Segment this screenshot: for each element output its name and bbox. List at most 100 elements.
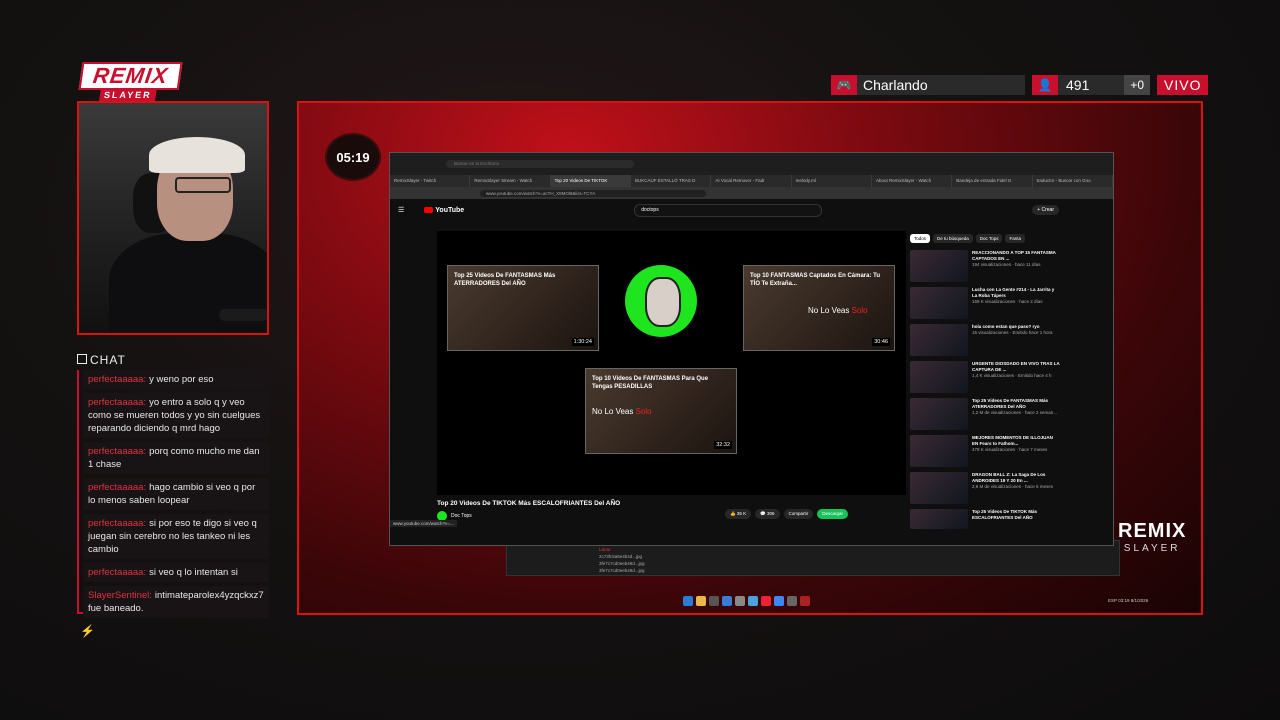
browser-tab[interactable]: RemixSlayer Stream - Watch [470,175,551,187]
related-video[interactable]: Top 25 Videos De TIKTOK Más ESCALOFRIANT… [910,509,1060,529]
related-video[interactable]: REACCIONANDO A TOP 15 FANTASMA CAPTADOS … [910,250,1060,282]
create-button[interactable]: + Crear [1032,205,1059,215]
overlay-text: No Lo Veas [808,306,850,315]
related-video[interactable]: URGENTE DIOSDADO EN VIVO TRAS LA CAPTURA… [910,361,1060,393]
related-title[interactable]: URGENTE DIOSDADO EN VIVO TRAS LA CAPTURA… [972,361,1060,373]
youtube-header: ☰ YouTube doctops + Crear [390,200,1111,220]
chrome-icon[interactable] [774,596,784,606]
browser-tab[interactable]: BUKCAUF ESTALLÓ TRAS D [631,175,712,187]
thumbnail-overlay-text: No Lo Veas Solo [592,407,652,416]
obs-icon[interactable] [800,596,810,606]
related-title[interactable]: Lucha con La Gente #214 - La Jarrita y L… [972,287,1060,299]
chat-text: si veo q lo intentan si [149,567,238,578]
related-video[interactable]: Lucha con La Gente #214 - La Jarrita y L… [910,287,1060,319]
related-thumbnail[interactable] [910,472,968,504]
video-thumbnail[interactable]: Top 25 Videos De FANTASMAS Más ATERRADOR… [447,265,599,351]
browser-window: Buscar en la Escritorio RemixSlayer - Tw… [389,152,1114,546]
related-thumbnail[interactable] [910,250,968,282]
remix-slayer-logo: REMIX SLAYER [77,62,183,101]
related-title[interactable]: Top 25 Videos De FANTASMAS Más ATERRADOR… [972,398,1060,410]
channel-name[interactable]: Doc Tops [451,513,472,519]
related-video[interactable]: DRAGON BALL Z: La Saga De Los ANDROIDES … [910,472,1060,504]
related-thumbnail[interactable] [910,287,968,319]
browser-tab[interactable]: melody.ml [792,175,872,187]
related-title[interactable]: Top 25 Videos De TIKTOK Más ESCALOFRIANT… [972,509,1060,521]
live-badge: VIVO [1157,75,1209,95]
chat-user: perfectaaaaa: [88,518,147,529]
youtube-logo[interactable]: YouTube [424,206,464,214]
window-titlebar: Buscar en la Escritorio [390,153,1113,175]
chat-title-text: CHAT [90,353,126,367]
gamepad-icon: 🎮 [831,75,857,95]
chat-title: CHAT [77,353,126,367]
related-video[interactable]: Top 25 Videos De FANTASMAS Más ATERRADOR… [910,398,1060,430]
chat-text: y weno por eso [149,374,214,385]
folder-icon[interactable] [696,596,706,606]
related-thumbnail[interactable] [910,509,968,529]
chip-fanta[interactable]: Fanta [1005,234,1025,243]
browser-tab[interactable]: AI Vocal Remover - Fadr [711,175,792,187]
chat-user: perfectaaaaa: [88,567,147,578]
overlay-logo-main: REMIX [1118,520,1187,542]
download-button[interactable]: Descargar [817,509,849,519]
chat-user: SlayerSentinel: [88,590,152,601]
streamer-cap [149,137,245,173]
related-video[interactable]: hola como estan que paso? ryo 15 visualiz… [910,324,1060,356]
taskbar-search[interactable]: Buscar en la Escritorio [446,160,634,168]
related-thumbnail[interactable] [910,361,968,393]
comments-button[interactable]: 💬 306 [755,509,780,519]
chat-user: perfectaaaaa: [88,482,147,493]
user-icon: 👤 [1032,75,1058,95]
browser-tab[interactable]: RemixSlayer - Twitch [390,175,471,187]
video-title: Top 20 Videos De TIKTOK Más ESCALOFRIANT… [437,500,621,507]
related-meta: 194 visualizaciones · hace 11 días [972,262,1041,267]
chat-message: perfectaaaaa: y weno por eso [83,370,269,389]
related-title[interactable]: REACCIONANDO A TOP 15 FANTASMA CAPTADOS … [972,250,1060,262]
steam-icon[interactable] [722,596,732,606]
viewer-count: 👤 491 +0 [1032,75,1150,95]
channel-face [645,277,681,327]
app-icon[interactable] [709,596,719,606]
related-title[interactable]: MEJORES MOMENTOS DE ILLOJUAN EN Fears to… [972,435,1060,447]
microphone [219,309,267,321]
app-icon[interactable] [735,596,745,606]
chip-search[interactable]: De tu búsqueda [933,234,973,243]
related-title[interactable]: DRAGON BALL Z: La Saga De Los ANDROIDES … [972,472,1060,484]
url-field[interactable]: www.youtube.com/watch?v=acTH_X8MOl8&list… [480,189,706,197]
chat-user: perfectaaaaa: [88,374,147,385]
video-thumbnail[interactable]: Top 10 Videos De FANTASMAS Para Que Teng… [585,368,737,454]
chip-doc-tops[interactable]: Doc Tops [975,234,1003,243]
browser-tab[interactable]: Bandeja de entrada Fidel G [952,175,1033,187]
related-thumbnail[interactable] [910,398,968,430]
address-bar: www.youtube.com/watch?v=acTH_X8MOl8&list… [390,187,1113,199]
browser-tab-active[interactable]: Top 20 Videos De TIKTOK [550,175,631,187]
like-button[interactable]: 👍 35 K [725,509,752,519]
related-thumbnail[interactable] [910,324,968,356]
video-thumbnail[interactable]: Top 10 FANTASMAS Captados En Cámara: Tu … [743,265,895,351]
file-row[interactable]: 2c73fc5a6e4b4d...jpg [599,554,642,559]
chip-all[interactable]: Todos [910,234,931,243]
menu-icon[interactable]: ☰ [398,206,404,214]
browser-tab[interactable]: About RemixSlayer - Watch [872,175,953,187]
video-player[interactable]: Top 25 Videos De FANTASMAS Más ATERRADOR… [437,231,906,495]
chat-message: perfectaaaaa: porq como mucho me dan 1 ch… [83,442,269,474]
viewer-number: 491 [1066,77,1090,93]
glasses [175,177,231,193]
file-row[interactable]: 3fe7c7cd0eeb49d...jpg [599,568,645,573]
like-count: 35 K [736,511,747,516]
file-row[interactable]: Lanar [599,547,611,552]
thumbnail-duration: 1:30:24 [571,338,594,346]
record-icon[interactable] [761,596,771,606]
related-thumbnail[interactable] [910,435,968,467]
file-row[interactable]: 3fe7c7cd0eeb49d...jpg [599,561,645,566]
taskbar [683,596,810,610]
youtube-search-input[interactable]: doctops [634,203,823,217]
app-icon[interactable] [748,596,758,606]
app-icon[interactable] [787,596,797,606]
browser-tab[interactable]: traductor - Buscar con Goo [1033,175,1113,187]
start-icon[interactable] [683,596,693,606]
overlay-red-text: Solo [851,306,868,315]
overlay-text: No Lo Veas [592,407,634,416]
related-video[interactable]: MEJORES MOMENTOS DE ILLOJUAN EN Fears to… [910,435,1060,467]
share-button[interactable]: Compartir [783,509,814,519]
